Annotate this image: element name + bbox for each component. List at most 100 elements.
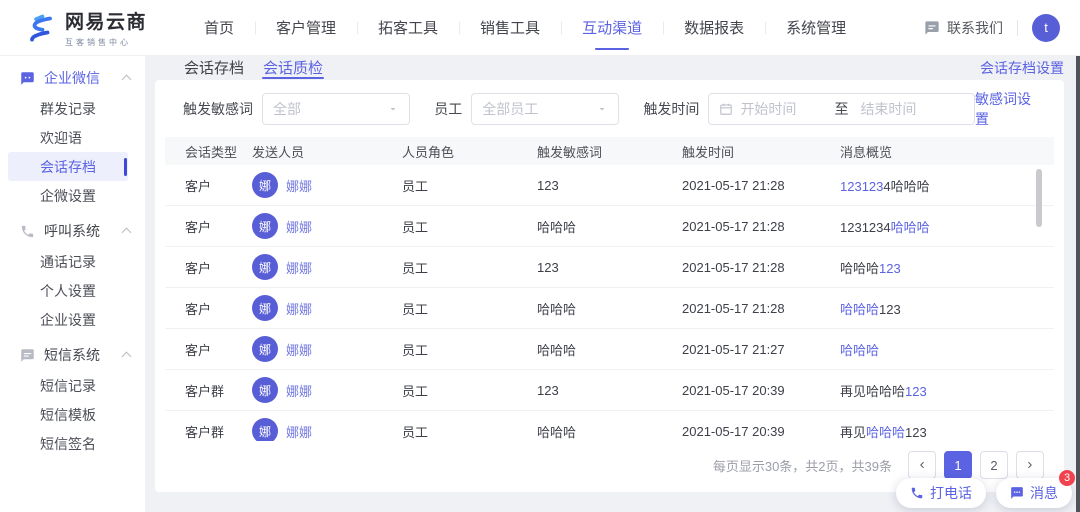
staff-select[interactable]: 全部员工 xyxy=(471,93,619,125)
table-row[interactable]: 客户娜娜娜员工哈哈哈2021-05-17 21:28哈哈哈123 xyxy=(165,288,1054,329)
nav-item-3[interactable]: 拓客工具 xyxy=(357,0,459,55)
sender-name[interactable]: 娜娜 xyxy=(286,422,312,441)
calendar-icon xyxy=(719,102,733,116)
sms-icon xyxy=(20,347,36,363)
next-page-button[interactable] xyxy=(1016,451,1044,479)
cell-session-type: 客户 xyxy=(185,217,252,236)
message-segment: 哈哈哈 xyxy=(840,261,879,276)
brand-logo[interactable]: 网易云商 互客销售中心 xyxy=(0,7,165,48)
pagination-summary: 每页显示30条，共2页，共39条 xyxy=(713,456,892,475)
table-row[interactable]: 客户娜娜娜员工1232021-05-17 21:28哈哈哈123 xyxy=(165,247,1054,288)
message-segment[interactable]: 哈哈哈 xyxy=(840,343,879,358)
window-scrollbar[interactable] xyxy=(1076,56,1080,512)
message-label: 消息 xyxy=(1030,483,1058,503)
sidebar-item[interactable]: 通话记录 xyxy=(8,247,128,276)
sensitive-word-select[interactable]: 全部 xyxy=(262,93,410,125)
table-body: 客户娜娜娜员工1232021-05-17 21:281231234哈哈哈客户娜娜… xyxy=(165,165,1054,441)
message-segment: 123 xyxy=(879,302,901,317)
cell-keyword: 哈哈哈 xyxy=(537,340,682,359)
sender-name[interactable]: 娜娜 xyxy=(286,217,312,236)
column-header: 发送人员 xyxy=(252,142,402,161)
cell-time: 2021-05-17 21:28 xyxy=(682,260,840,275)
message-segment[interactable]: 123123 xyxy=(840,179,883,194)
sidebar-section-header[interactable]: 短信系统 xyxy=(0,339,145,371)
sidebar-item[interactable]: 短信签名 xyxy=(8,429,128,458)
table-row[interactable]: 客户群娜娜娜员工哈哈哈2021-05-17 20:39再见哈哈哈123 xyxy=(165,411,1054,441)
archive-settings-link[interactable]: 会话存档设置 xyxy=(980,58,1064,78)
cell-sender: 娜娜娜 xyxy=(252,418,402,441)
nav-item-4[interactable]: 销售工具 xyxy=(459,0,561,55)
table-row[interactable]: 客户娜娜娜员工哈哈哈2021-05-17 21:27哈哈哈 xyxy=(165,329,1054,370)
sidebar-section-label: 企业微信 xyxy=(44,68,100,88)
table-header: 会话类型发送人员人员角色触发敏感词触发时间消息概览 xyxy=(165,137,1054,165)
prev-page-button[interactable] xyxy=(908,451,936,479)
sidebar-item[interactable]: 企微设置 xyxy=(8,181,128,210)
call-button[interactable]: 打电话 xyxy=(896,478,986,508)
cell-sender: 娜娜娜 xyxy=(252,254,402,280)
filter-staff-label: 员工 xyxy=(434,99,462,119)
cell-time: 2021-05-17 20:39 xyxy=(682,424,840,439)
cell-role: 员工 xyxy=(402,299,537,318)
sidebar-item[interactable]: 短信记录 xyxy=(8,371,128,400)
cell-keyword: 哈哈哈 xyxy=(537,217,682,236)
tab-session-archive[interactable]: 会话存档 xyxy=(183,56,245,79)
sidebar-item[interactable]: 个人设置 xyxy=(8,276,128,305)
message-segment: 再见哈哈哈 xyxy=(840,384,905,399)
cell-time: 2021-05-17 21:28 xyxy=(682,178,840,193)
nav-item-2[interactable]: 客户管理 xyxy=(255,0,357,55)
sidebar-item[interactable]: 短信模板 xyxy=(8,400,128,429)
message-segment[interactable]: 123 xyxy=(879,261,901,276)
nav-item-6[interactable]: 数据报表 xyxy=(663,0,765,55)
brand-subtitle: 互客销售中心 xyxy=(65,37,147,48)
cell-session-type: 客户群 xyxy=(185,422,252,441)
sender-name[interactable]: 娜娜 xyxy=(286,340,312,359)
sidebar-item[interactable]: 会话存档 xyxy=(8,152,128,181)
cell-role: 员工 xyxy=(402,422,537,441)
tab-session-qc[interactable]: 会话质检 xyxy=(262,56,324,79)
sender-name[interactable]: 娜娜 xyxy=(286,381,312,400)
message-button[interactable]: 消息 3 xyxy=(996,478,1072,508)
sidebar-section-header[interactable]: 呼叫系统 xyxy=(0,215,145,247)
chevron-up-icon xyxy=(122,352,132,362)
contact-us-button[interactable]: 联系我们 xyxy=(924,18,1003,38)
sensitive-word-value: 全部 xyxy=(273,99,301,119)
sensitive-settings-link[interactable]: 敏感词设置 xyxy=(975,89,1044,129)
table-row[interactable]: 客户群娜娜娜员工1232021-05-17 20:39再见哈哈哈123 xyxy=(165,370,1054,411)
sidebar-section-label: 呼叫系统 xyxy=(44,221,100,241)
avatar: 娜 xyxy=(252,336,278,362)
pagination: 每页显示30条，共2页，共39条 12 xyxy=(155,451,1044,479)
sender-name[interactable]: 娜娜 xyxy=(286,176,312,195)
message-segment[interactable]: 哈哈哈 xyxy=(891,220,930,235)
top-nav: 首页客户管理拓客工具销售工具互动渠道数据报表系统管理 xyxy=(183,0,867,55)
time-range-input[interactable]: 开始时间 至 结束时间 xyxy=(708,93,975,125)
avatar: 娜 xyxy=(252,254,278,280)
page-button-1[interactable]: 1 xyxy=(944,451,972,479)
cell-message: 哈哈哈 xyxy=(840,340,1054,359)
cell-message: 哈哈哈123 xyxy=(840,258,1054,277)
nav-item-1[interactable]: 首页 xyxy=(183,0,255,55)
sidebar-section-header[interactable]: 企业微信 xyxy=(0,62,145,94)
chat-dots-icon xyxy=(1010,486,1024,500)
sender-name[interactable]: 娜娜 xyxy=(286,258,312,277)
nav-item-5[interactable]: 互动渠道 xyxy=(561,0,663,55)
message-segment[interactable]: 哈哈哈 xyxy=(866,425,905,440)
sidebar-section-label: 短信系统 xyxy=(44,345,100,365)
message-segment[interactable]: 哈哈哈 xyxy=(840,302,879,317)
sender-name[interactable]: 娜娜 xyxy=(286,299,312,318)
cell-role: 员工 xyxy=(402,340,537,359)
chevron-up-icon xyxy=(122,228,132,238)
nav-item-7[interactable]: 系统管理 xyxy=(765,0,867,55)
table-row[interactable]: 客户娜娜娜员工1232021-05-17 21:281231234哈哈哈 xyxy=(165,165,1054,206)
page-button-2[interactable]: 2 xyxy=(980,451,1008,479)
user-avatar[interactable]: t xyxy=(1032,14,1060,42)
cell-sender: 娜娜娜 xyxy=(252,336,402,362)
column-header: 会话类型 xyxy=(185,142,252,161)
filter-row: 触发敏感词 全部 员工 全部员工 触发时间 开始时间 至 结束时间 敏感词设置 xyxy=(183,93,1044,125)
table-scrollbar[interactable] xyxy=(1036,169,1042,227)
table-row[interactable]: 客户娜娜娜员工哈哈哈2021-05-17 21:281231234哈哈哈 xyxy=(165,206,1054,247)
sidebar-item[interactable]: 群发记录 xyxy=(8,94,128,123)
message-segment[interactable]: 123 xyxy=(905,384,927,399)
cell-keyword: 123 xyxy=(537,178,682,193)
sidebar-item[interactable]: 欢迎语 xyxy=(8,123,128,152)
sidebar-item[interactable]: 企业设置 xyxy=(8,305,128,334)
